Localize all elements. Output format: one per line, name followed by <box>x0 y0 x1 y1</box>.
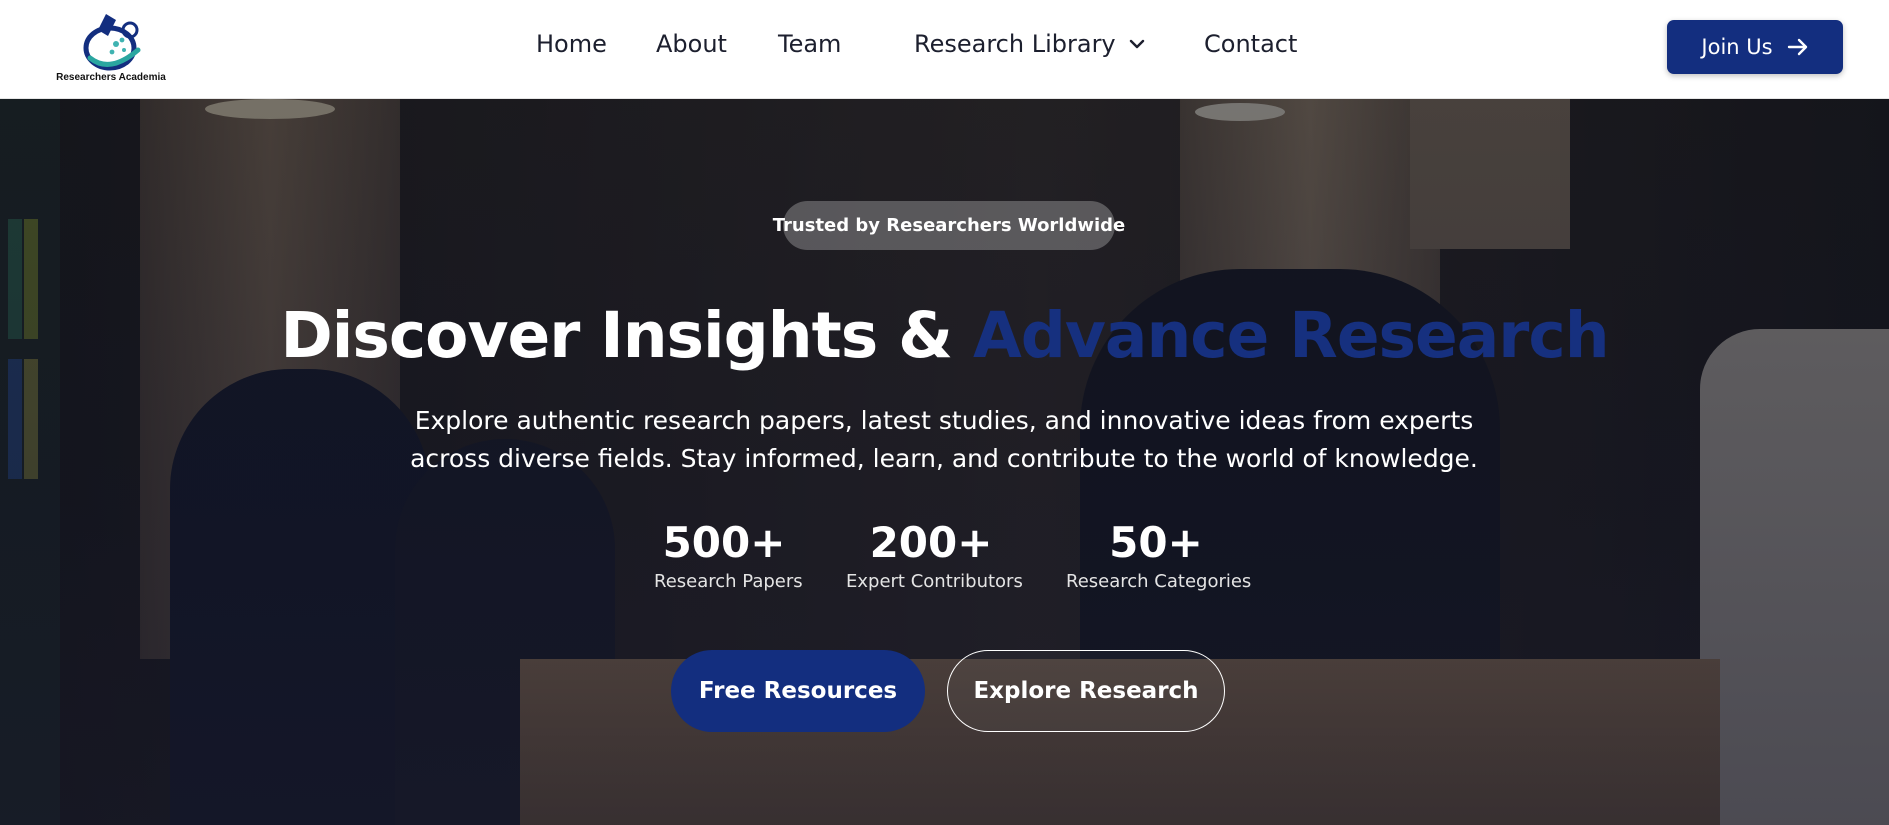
stat-value: 500+ <box>662 518 786 567</box>
stat-value: 50+ <box>1109 518 1203 567</box>
stat-label: Research Categories <box>1066 571 1252 592</box>
free-resources-button[interactable]: Free Resources <box>671 650 925 732</box>
hero-section: Trusted by Researchers Worldwide Discove… <box>0 99 1889 825</box>
hero-headline-accent: Advance Research <box>973 299 1610 372</box>
nav-item-home[interactable]: Home <box>536 30 607 58</box>
nav-item-research-library-label: Research Library <box>914 30 1116 58</box>
nav-item-research-library[interactable]: Research Library <box>914 30 1148 58</box>
hero-headline: Discover Insights & Advance Research <box>0 299 1889 372</box>
microscope-globe-logo-icon <box>83 14 141 71</box>
nav-item-about[interactable]: About <box>656 30 727 58</box>
chevron-down-icon <box>1129 39 1144 49</box>
join-us-label: Join Us <box>1701 35 1773 59</box>
hero-description: Explore authentic research papers, lates… <box>410 406 1478 473</box>
site-header: Researchers Academia Home About Team Res… <box>0 0 1889 99</box>
trusted-badge: Trusted by Researchers Worldwide <box>773 201 1125 250</box>
stat-expert-contributors: 200+ Expert Contributors <box>846 518 1023 593</box>
arrow-right-icon <box>1787 38 1807 56</box>
stat-label: Research Papers <box>654 571 803 592</box>
stat-research-papers: 500+ Research Papers <box>654 518 803 593</box>
join-us-button[interactable]: Join Us <box>1667 20 1843 74</box>
stat-label: Expert Contributors <box>846 571 1023 592</box>
brand-logo[interactable]: Researchers Academia <box>56 8 166 88</box>
explore-research-button[interactable]: Explore Research <box>947 650 1225 732</box>
brand-name: Researchers Academia <box>56 72 166 83</box>
hero-headline-main: Discover Insights & <box>280 299 953 372</box>
stat-value: 200+ <box>869 518 993 567</box>
nav-item-team[interactable]: Team <box>778 30 841 58</box>
stat-research-categories: 50+ Research Categories <box>1066 518 1252 593</box>
nav-item-contact[interactable]: Contact <box>1204 30 1297 58</box>
